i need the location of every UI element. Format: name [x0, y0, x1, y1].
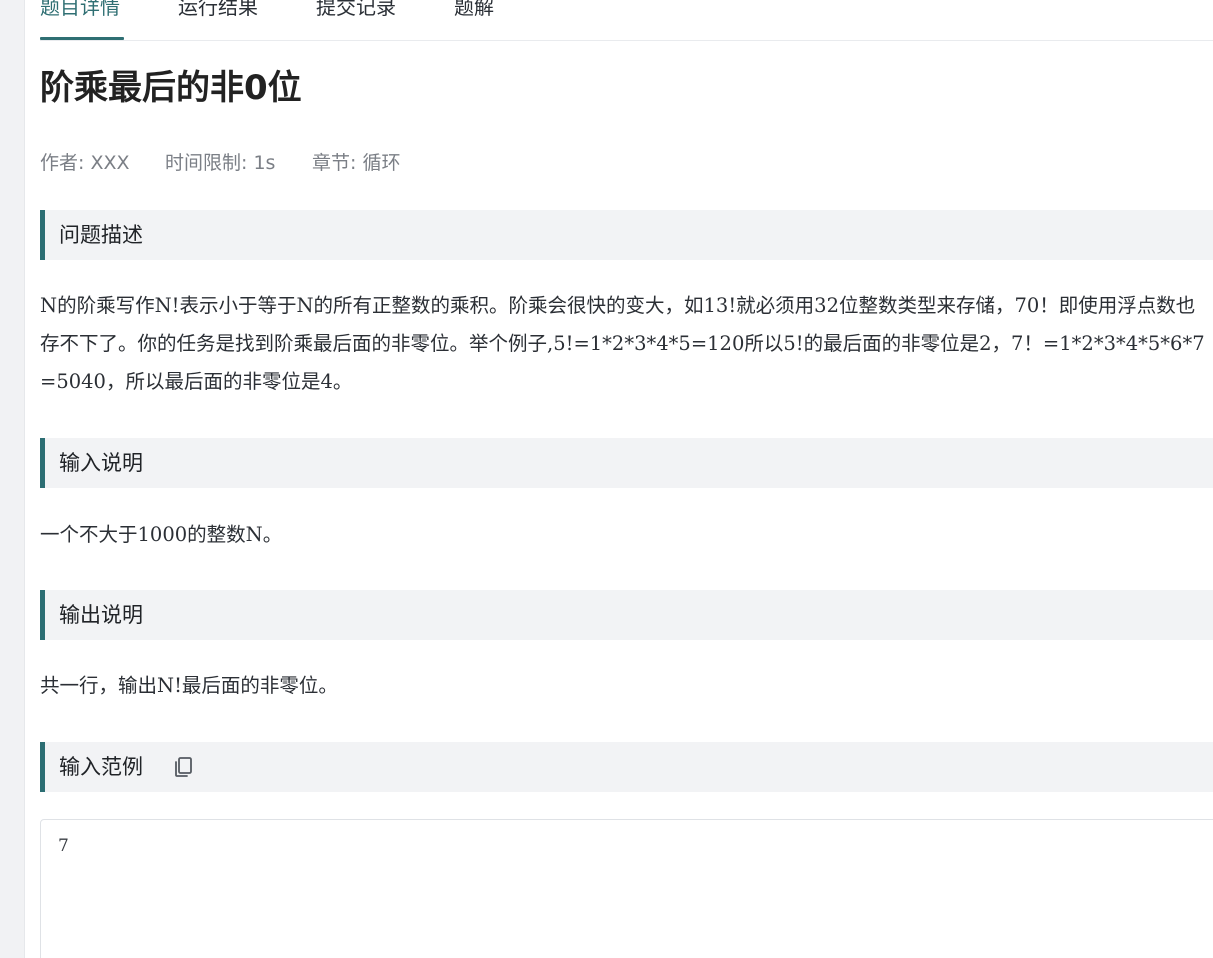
problem-title: 阶乘最后的非0位 [40, 68, 302, 108]
sample-input-header-label: 输入范例 [59, 755, 143, 779]
description-header-label: 问题描述 [59, 223, 143, 247]
description-header: 问题描述 [40, 210, 1213, 260]
problem-tabs: 题目详情 运行结果 提交记录 题解 [40, 0, 1213, 41]
output-header-label: 输出说明 [59, 603, 143, 627]
active-tab-indicator [40, 37, 124, 40]
problem-content: 题目详情 运行结果 提交记录 题解 阶乘最后的非0位 作者: XXX 时间限制:… [40, 0, 1213, 958]
left-rail [0, 0, 25, 958]
sample-input-box[interactable]: 7 [40, 819, 1213, 958]
chapter-meta: 章节: 循环 [312, 152, 401, 174]
input-text: 一个不大于1000的整数N。 [40, 523, 283, 546]
tab-run-results[interactable]: 运行结果 [178, 0, 258, 21]
input-header: 输入说明 [40, 438, 1213, 488]
tab-problem-details[interactable]: 题目详情 [40, 0, 120, 21]
time-limit-meta: 时间限制: 1s [165, 152, 276, 174]
input-header-label: 输入说明 [59, 451, 143, 475]
output-text: 共一行，输出N!最后面的非零位。 [40, 674, 338, 697]
sample-input-header: 输入范例 [40, 742, 1213, 792]
sample-input-value: 7 [58, 836, 69, 856]
tab-solutions[interactable]: 题解 [454, 0, 494, 21]
output-header: 输出说明 [40, 590, 1213, 640]
copy-icon-glyph [175, 757, 192, 777]
description-text: N的阶乘写作N!表示小于等于N的所有正整数的乘积。阶乘会很快的变大，如13!就必… [40, 294, 1205, 393]
tab-submissions[interactable]: 提交记录 [316, 0, 396, 21]
author-meta: 作者: XXX [40, 152, 130, 174]
copy-icon[interactable] [172, 755, 196, 779]
